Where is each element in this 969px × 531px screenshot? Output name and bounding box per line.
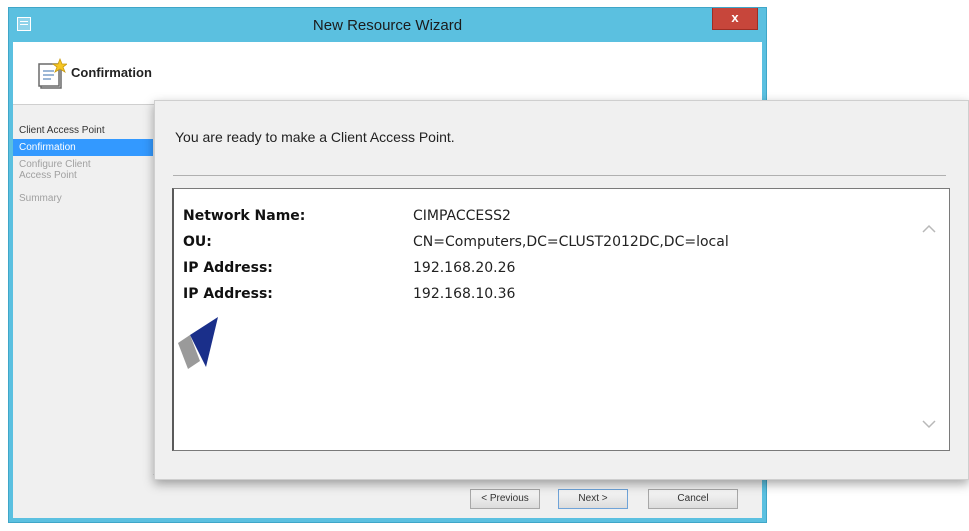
detail-row: IP Address: 192.168.20.26 (183, 255, 729, 281)
wizard-header: Confirmation (13, 42, 762, 105)
detail-row: Network Name: CIMPACCESS2 (183, 203, 729, 229)
previous-button[interactable]: < Previous (470, 489, 540, 509)
detail-value: 192.168.20.26 (413, 260, 516, 276)
separator (173, 175, 946, 176)
wizard-steps: Client Access Point Confirmation Configu… (13, 122, 153, 207)
chevron-down-icon[interactable] (921, 416, 937, 432)
chevron-up-icon[interactable] (921, 221, 937, 237)
detail-key: Network Name: (183, 208, 306, 224)
details-list: Network Name: CIMPACCESS2 OU: CN=Compute… (183, 203, 729, 307)
close-button[interactable]: x (712, 8, 758, 30)
title-bar: New Resource Wizard x (9, 8, 766, 42)
page-title: Confirmation (71, 65, 152, 80)
step-client-access-point[interactable]: Client Access Point (13, 122, 153, 139)
detail-value: CIMPACCESS2 (413, 208, 511, 224)
confirmation-zoom-panel: You are ready to make a Client Access Po… (154, 100, 969, 480)
window-title: New Resource Wizard (312, 17, 463, 34)
ready-message: You are ready to make a Client Access Po… (175, 129, 455, 145)
step-confirmation[interactable]: Confirmation (13, 139, 153, 156)
confirmation-wizard-icon (38, 58, 67, 89)
detail-value: CN=Computers,DC=CLUST2012DC,DC=local (413, 234, 729, 250)
detail-value: 192.168.10.36 (413, 286, 516, 302)
detail-key: IP Address: (183, 286, 273, 302)
detail-row: OU: CN=Computers,DC=CLUST2012DC,DC=local (183, 229, 729, 255)
next-button[interactable]: Next > (558, 489, 628, 509)
arrow-pointer-icon (178, 317, 218, 369)
confirmation-details-box[interactable]: Network Name: CIMPACCESS2 OU: CN=Compute… (172, 188, 950, 451)
cancel-button[interactable]: Cancel (648, 489, 738, 509)
detail-key: IP Address: (183, 260, 273, 276)
detail-row: IP Address: 192.168.10.36 (183, 281, 729, 307)
detail-key: OU: (183, 234, 212, 250)
step-configure-client-access-point: Configure Client Access Point (19, 159, 91, 181)
step-summary: Summary (19, 193, 62, 204)
